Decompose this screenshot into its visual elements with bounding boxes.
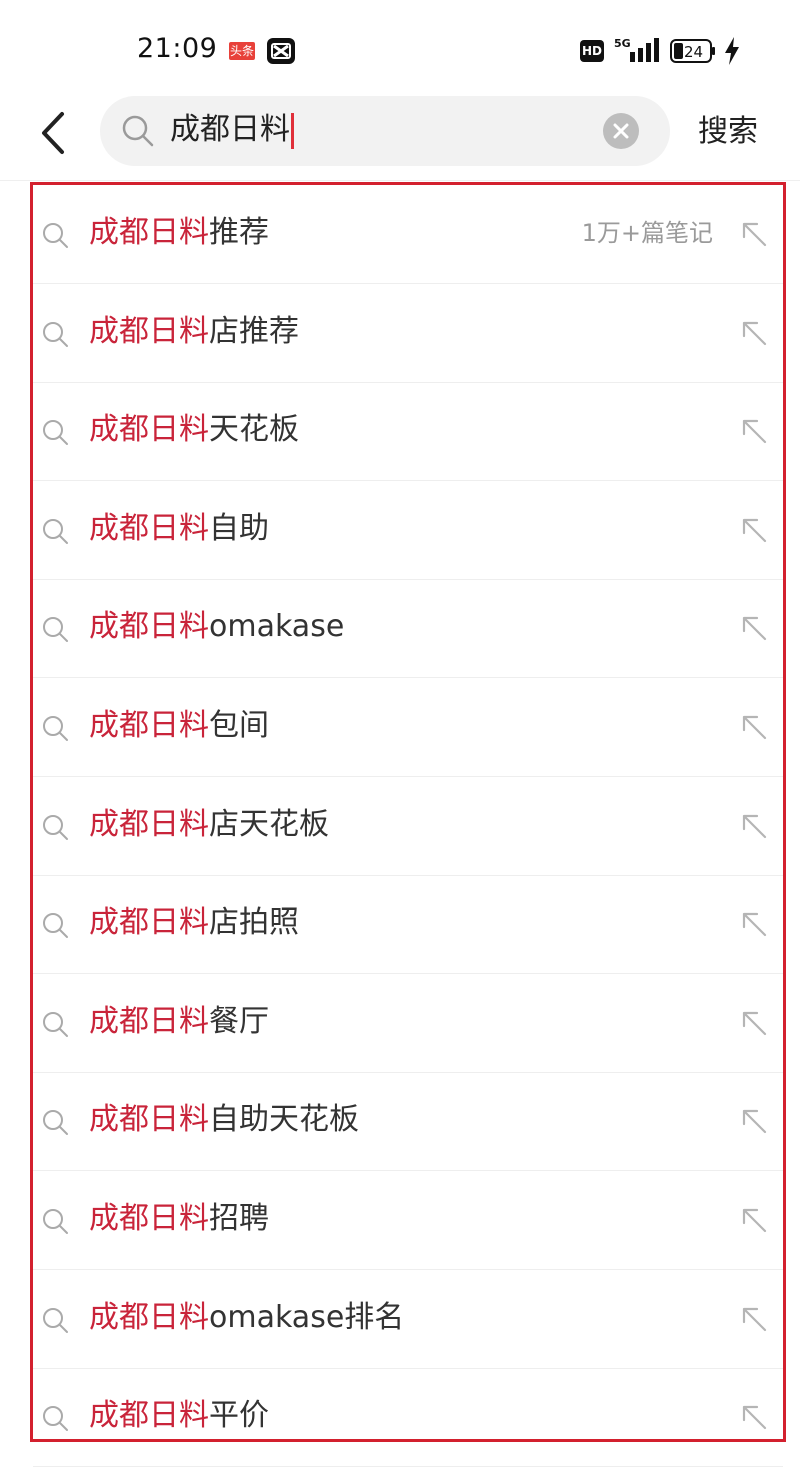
fill-query-arrow-icon[interactable]	[739, 1008, 769, 1038]
search-icon	[43, 1209, 68, 1234]
suggestion-item[interactable]: 成都日料天花板	[33, 382, 783, 482]
suggestion-highlight: 成都日料	[89, 806, 209, 842]
battery-icon: 24	[670, 39, 716, 63]
suggestion-item[interactable]: 成都日料包间	[33, 678, 783, 777]
suggestion-label: 成都日料自助	[89, 507, 269, 551]
search-button[interactable]: 搜索	[698, 110, 758, 154]
search-query-text: 成都日料	[170, 112, 290, 147]
fill-query-arrow-icon[interactable]	[739, 416, 769, 446]
fill-query-arrow-icon[interactable]	[739, 1205, 769, 1235]
fill-query-arrow-icon[interactable]	[739, 318, 769, 348]
suggestion-highlight: 成都日料	[89, 1102, 209, 1138]
suggestion-label: 成都日料餐厅	[89, 1000, 269, 1044]
suggestion-item[interactable]: 成都日料平价	[33, 1368, 783, 1467]
suggestion-item[interactable]: 成都日料店拍照	[33, 875, 783, 975]
suggestion-label: 成都日料平价	[89, 1394, 269, 1438]
suggestion-highlight: 成都日料	[89, 510, 209, 546]
signal-5g-icon: 5G	[614, 37, 659, 62]
suggestion-item[interactable]: 成都日料自助天花板	[33, 1072, 783, 1172]
fill-query-arrow-icon[interactable]	[739, 712, 769, 742]
suggestion-item[interactable]: 成都日料omakase排名	[33, 1270, 783, 1369]
text-cursor	[291, 112, 294, 149]
fill-query-arrow-icon[interactable]	[739, 613, 769, 643]
suggestion-label: 成都日料天花板	[89, 408, 299, 452]
search-icon	[43, 518, 68, 544]
suggestion-rest: 平价	[209, 1398, 269, 1434]
search-icon	[43, 1307, 68, 1333]
search-icon	[43, 1011, 68, 1037]
search-icon	[43, 420, 68, 446]
suggestion-label: 成都日料包间	[89, 704, 269, 748]
suggestion-label: 成都日料自助天花板	[89, 1098, 359, 1142]
suggestion-rest: 店推荐	[209, 313, 299, 349]
suggestion-highlight: 成都日料	[89, 609, 209, 645]
fill-query-arrow-icon[interactable]	[739, 811, 769, 841]
suggestion-highlight: 成都日料	[89, 1201, 209, 1236]
suggestion-rest: 店拍照	[209, 905, 299, 941]
search-icon	[43, 1406, 68, 1432]
suggestion-label: 成都日料店推荐	[89, 310, 299, 354]
suggestion-highlight: 成都日料	[89, 412, 209, 448]
suggestion-highlight: 成都日料	[89, 215, 209, 250]
search-icon	[43, 913, 68, 939]
status-time: 21:09	[137, 33, 218, 64]
suggestion-rest: 招聘	[209, 1201, 269, 1236]
capcut-notification-icon	[267, 38, 295, 64]
suggestion-highlight: 成都日料	[89, 708, 209, 743]
search-header: 成都日料 搜索	[0, 96, 800, 181]
search-icon	[43, 617, 68, 643]
suggestion-item[interactable]: 成都日料招聘	[33, 1171, 783, 1270]
back-arrow-icon[interactable]	[36, 110, 76, 156]
fill-query-arrow-icon[interactable]	[739, 219, 769, 249]
charging-icon	[725, 37, 739, 65]
search-input[interactable]: 成都日料	[170, 108, 294, 152]
note-count: 1万+篇笔记	[581, 219, 713, 247]
suggestion-label: 成都日料招聘	[89, 1197, 269, 1241]
suggestion-item[interactable]: 成都日料店天花板	[33, 777, 783, 876]
suggestion-item[interactable]: 成都日料自助	[33, 481, 783, 580]
suggestion-label: 成都日料推荐	[89, 211, 269, 255]
suggestion-rest: 餐厅	[209, 1003, 269, 1039]
suggestion-highlight: 成都日料	[89, 1003, 209, 1039]
suggestion-list: 成都日料推荐 1万+篇笔记 成都日料店推荐 成都日料天花板 成都日料自助 成都日料omak…	[30, 182, 786, 1467]
suggestion-rest: 推荐	[209, 215, 269, 250]
suggestion-highlight: 成都日料	[89, 1398, 209, 1434]
suggestion-rest: omakase排名	[209, 1299, 405, 1335]
suggestion-label: 成都日料店天花板	[89, 803, 329, 847]
suggestion-rest: 店天花板	[209, 806, 329, 842]
status-bar: 21:09 头条 HD 5G 24	[0, 0, 800, 100]
fill-query-arrow-icon[interactable]	[739, 1402, 769, 1432]
suggestion-highlight: 成都日料	[89, 1299, 209, 1335]
fill-query-arrow-icon[interactable]	[739, 1304, 769, 1334]
suggestion-highlight: 成都日料	[89, 313, 209, 349]
search-icon	[122, 115, 154, 147]
network-label: 5G	[614, 37, 631, 50]
suggestion-label: 成都日料店拍照	[89, 901, 299, 945]
fill-query-arrow-icon[interactable]	[739, 1106, 769, 1136]
suggestion-rest: 包间	[209, 708, 269, 743]
suggestion-rest: omakase	[209, 609, 345, 645]
search-icon	[43, 1110, 68, 1136]
hd-voice-icon: HD	[580, 40, 604, 62]
suggestion-item[interactable]: 成都日料omakase	[33, 579, 783, 679]
suggestion-item[interactable]: 成都日料推荐 1万+篇笔记	[33, 185, 783, 284]
suggestion-highlight: 成都日料	[89, 905, 209, 941]
suggestion-rest: 自助	[209, 510, 269, 546]
suggestion-item[interactable]: 成都日料餐厅	[33, 974, 783, 1073]
search-icon	[43, 716, 68, 741]
toutiao-notification-icon: 头条	[229, 42, 255, 60]
suggestion-rest: 自助天花板	[209, 1102, 359, 1138]
suggestion-label: 成都日料omakase排名	[89, 1296, 404, 1340]
battery-level: 24	[684, 43, 703, 61]
search-icon	[43, 321, 68, 347]
fill-query-arrow-icon[interactable]	[739, 515, 769, 545]
search-icon	[43, 223, 68, 248]
fill-query-arrow-icon[interactable]	[739, 909, 769, 939]
suggestion-rest: 天花板	[209, 412, 299, 448]
search-icon	[43, 814, 68, 840]
clear-icon[interactable]	[603, 113, 639, 149]
suggestion-item[interactable]: 成都日料店推荐	[33, 284, 783, 383]
suggestion-label: 成都日料omakase	[89, 605, 344, 649]
search-box[interactable]: 成都日料	[100, 96, 670, 166]
